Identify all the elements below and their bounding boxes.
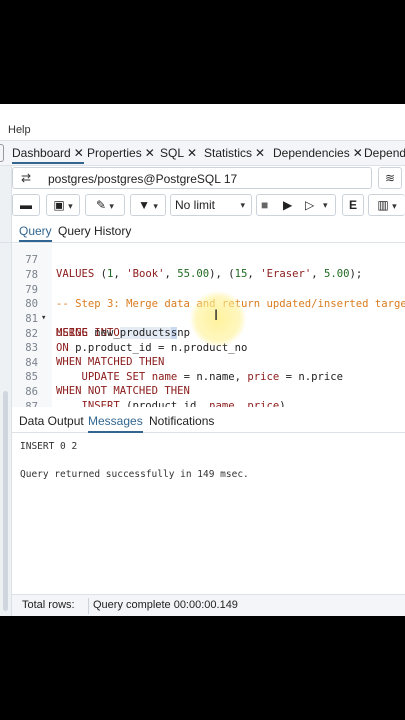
save-button[interactable]: ▣ ▾ xyxy=(46,194,80,216)
close-icon[interactable]: ✕ xyxy=(353,146,363,160)
tab-dashboard[interactable]: Dashboard ✕ xyxy=(12,146,84,164)
database-icon[interactable]: ≋ xyxy=(378,167,402,189)
tab-dependencies[interactable]: Dependencies ✕ xyxy=(273,146,363,160)
tab-statistics-label: Statistics xyxy=(204,146,253,160)
tab-scroll-edge[interactable] xyxy=(0,144,4,162)
connection-select[interactable]: ⇄ postgres/postgres@PostgreSQL 17 xyxy=(12,167,372,189)
scrollbar-thumb[interactable] xyxy=(3,391,8,611)
limit-select[interactable]: No limit ▾ xyxy=(170,194,252,216)
text-cursor-icon: I xyxy=(214,308,219,324)
tab-notifications[interactable]: Notifications xyxy=(149,414,214,428)
play-icon[interactable]: ▶ xyxy=(283,195,292,215)
run-script-icon[interactable]: ▷ xyxy=(305,195,314,215)
chevron-down-icon[interactable]: ▾ xyxy=(323,195,328,215)
close-icon[interactable]: ✕ xyxy=(145,146,155,160)
pgadmin-window: Help Dashboard ✕ Properties ✕ SQL ✕ Statist… xyxy=(0,104,405,616)
limit-select-label: No limit xyxy=(175,198,216,212)
messages-panel: INSERT 0 2 Query returned successfully i… xyxy=(12,434,405,594)
analyze-button[interactable]: ▥ ▾ xyxy=(368,194,405,216)
object-tabs-bar: Dashboard ✕ Properties ✕ SQL ✕ Statistics ✕ … xyxy=(0,140,405,166)
execute-group: ■ ▶ ▷ ▾ xyxy=(256,194,336,216)
chevron-down-icon: ▾ xyxy=(240,200,245,210)
editor-line: 87 VALUES (n.product_no, n.name, n.price… xyxy=(12,385,405,407)
menu-help[interactable]: Help xyxy=(8,124,31,136)
connection-bar: ⇄ postgres/postgres@PostgreSQL 17 ≋ xyxy=(12,167,405,191)
chevron-down-icon: ▾ xyxy=(153,201,158,211)
editor-line: 88 RETURNING p.*; xyxy=(12,399,405,407)
menu-bar: Help xyxy=(0,104,405,140)
query-tabs: Query Query History xyxy=(0,221,405,243)
tab-query-history[interactable]: Query History xyxy=(58,224,131,238)
tab-dependencies-label: Dependencies xyxy=(273,146,350,160)
explain-icon[interactable]: E xyxy=(342,194,364,216)
stop-icon[interactable]: ■ xyxy=(261,195,268,215)
tab-query[interactable]: Query xyxy=(19,224,52,242)
query-toolbar: ▬ ▣ ▾ ✎ ▾ ▼ ▾ No limit ▾ ■ ▶ ▷ ▾ E ▥ ▾ xyxy=(12,192,405,220)
connection-label: postgres/postgres@PostgreSQL 17 xyxy=(48,172,238,186)
tab-sql-label: SQL xyxy=(160,146,185,160)
tab-properties[interactable]: Properties ✕ xyxy=(87,146,155,160)
status-bar: Total rows: Query complete 00:00:00.149 xyxy=(12,594,405,616)
tab-messages[interactable]: Messages xyxy=(88,414,143,433)
query-complete-label: Query complete 00:00:00.149 xyxy=(93,599,238,611)
filter-button[interactable]: ▼ ▾ xyxy=(130,194,166,216)
plug-icon: ⇄ xyxy=(21,171,32,185)
message-success: Query returned successfully in 149 msec. xyxy=(20,469,249,480)
sql-editor[interactable]: 77 VALUES (1, 'Book', 55.00), (15, 'Eras… xyxy=(12,244,405,407)
editor-line: 86 INSERT (product_id, name, price) xyxy=(12,370,405,407)
tab-dashboard-label: Dashboard xyxy=(12,146,71,160)
tab-sql[interactable]: SQL ✕ xyxy=(160,146,197,160)
chevron-down-icon: ▾ xyxy=(109,201,114,211)
editor-line: 77 VALUES (1, 'Book', 55.00), (15, 'Eras… xyxy=(12,244,405,281)
total-rows-label: Total rows: xyxy=(22,599,75,611)
output-tabs: Data Output Messages Notifications xyxy=(12,409,405,433)
close-icon[interactable]: ✕ xyxy=(74,146,84,160)
tab-dependents-label: Depende xyxy=(364,146,405,160)
message-result: INSERT 0 2 xyxy=(20,441,78,452)
close-icon[interactable]: ✕ xyxy=(187,146,197,160)
chevron-down-icon: ▾ xyxy=(68,201,73,211)
tab-data-output[interactable]: Data Output xyxy=(19,414,84,428)
chevron-down-icon: ▾ xyxy=(392,201,397,211)
status-divider xyxy=(88,598,89,614)
editor-line: 79 -- Step 3: Merge data and return upda… xyxy=(12,268,405,311)
edit-button[interactable]: ✎ ▾ xyxy=(85,194,125,216)
editor-line: 78 xyxy=(12,253,405,281)
tab-properties-label: Properties xyxy=(87,146,142,160)
close-icon[interactable]: ✕ xyxy=(255,146,265,160)
editor-line: 85 WHEN NOT MATCHED THEN xyxy=(12,355,405,398)
open-folder-icon[interactable]: ▬ xyxy=(12,194,40,216)
tab-statistics[interactable]: Statistics ✕ xyxy=(204,146,265,160)
tab-dependents[interactable]: Depende xyxy=(364,146,405,160)
